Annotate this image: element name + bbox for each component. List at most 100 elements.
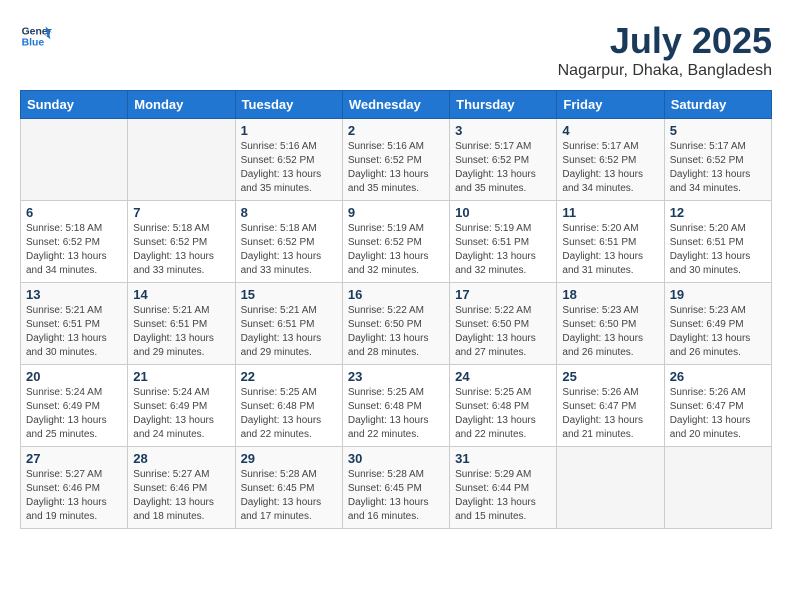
calendar-cell: 10Sunrise: 5:19 AM Sunset: 6:51 PM Dayli… [450,201,557,283]
calendar-cell [664,447,771,529]
day-number: 13 [26,287,122,302]
day-number: 31 [455,451,551,466]
cell-details: Sunrise: 5:21 AM Sunset: 6:51 PM Dayligh… [26,304,122,360]
calendar-cell: 27 Sunrise: 5:27 AM Sunset: 6:46 PM Dayli… [21,447,128,529]
day-number: 6 [26,205,122,220]
weekday-header-tuesday: Tuesday [235,91,342,119]
calendar-cell: 31 Sunrise: 5:29 AM Sunset: 6:44 PM Dayli… [450,447,557,529]
day-number: 12 [670,205,766,220]
month-title: July 2025 [558,20,772,62]
cell-details: Sunrise: 5:18 AM Sunset: 6:52 PM Dayligh… [26,222,122,278]
cell-details: Sunrise: 5:18 AM Sunset: 6:52 PM Dayligh… [241,222,337,278]
day-number: 4 [562,123,658,138]
cell-details: Sunrise: 5:22 AM Sunset: 6:50 PM Dayligh… [455,304,551,360]
day-number: 10 [455,205,551,220]
day-number: 25 [562,369,658,384]
day-number: 1 [241,123,337,138]
calendar-cell: 11Sunrise: 5:20 AM Sunset: 6:51 PM Dayli… [557,201,664,283]
calendar-cell: 22 Sunrise: 5:25 AM Sunset: 6:48 PM Dayli… [235,365,342,447]
calendar-cell: 1 Sunrise: 5:16 AM Sunset: 6:52 PM Daylig… [235,119,342,201]
weekday-header-monday: Monday [128,91,235,119]
day-number: 26 [670,369,766,384]
day-number: 29 [241,451,337,466]
cell-details: Sunrise: 5:17 AM Sunset: 6:52 PM Dayligh… [562,140,658,196]
cell-details: Sunrise: 5:24 AM Sunset: 6:49 PM Dayligh… [133,386,229,442]
cell-details: Sunrise: 5:21 AM Sunset: 6:51 PM Dayligh… [241,304,337,360]
cell-details: Sunrise: 5:20 AM Sunset: 6:51 PM Dayligh… [670,222,766,278]
calendar-cell [557,447,664,529]
cell-details: Sunrise: 5:24 AM Sunset: 6:49 PM Dayligh… [26,386,122,442]
calendar-cell: 2Sunrise: 5:16 AM Sunset: 6:52 PM Daylig… [342,119,449,201]
weekday-header-saturday: Saturday [664,91,771,119]
cell-details: Sunrise: 5:27 AM Sunset: 6:46 PM Dayligh… [26,468,122,524]
calendar-cell: 20 Sunrise: 5:24 AM Sunset: 6:49 PM Dayli… [21,365,128,447]
weekday-header-row: SundayMondayTuesdayWednesdayThursdayFrid… [21,91,772,119]
svg-text:Blue: Blue [22,38,45,49]
title-block: July 2025 Nagarpur, Dhaka, Bangladesh [558,20,772,80]
location: Nagarpur, Dhaka, Bangladesh [558,62,772,80]
day-number: 23 [348,369,444,384]
cell-details: Sunrise: 5:20 AM Sunset: 6:51 PM Dayligh… [562,222,658,278]
day-number: 16 [348,287,444,302]
cell-details: Sunrise: 5:21 AM Sunset: 6:51 PM Dayligh… [133,304,229,360]
cell-details: Sunrise: 5:18 AM Sunset: 6:52 PM Dayligh… [133,222,229,278]
cell-details: Sunrise: 5:22 AM Sunset: 6:50 PM Dayligh… [348,304,444,360]
day-number: 24 [455,369,551,384]
calendar-cell: 15 Sunrise: 5:21 AM Sunset: 6:51 PM Dayli… [235,283,342,365]
day-number: 19 [670,287,766,302]
calendar-cell: 25 Sunrise: 5:26 AM Sunset: 6:47 PM Dayli… [557,365,664,447]
page-header: General Blue July 2025 Nagarpur, Dhaka, … [20,20,772,80]
day-number: 22 [241,369,337,384]
calendar-cell: 14 Sunrise: 5:21 AM Sunset: 6:51 PM Dayli… [128,283,235,365]
calendar-cell: 13 Sunrise: 5:21 AM Sunset: 6:51 PM Dayli… [21,283,128,365]
cell-details: Sunrise: 5:23 AM Sunset: 6:50 PM Dayligh… [562,304,658,360]
calendar-cell [128,119,235,201]
cell-details: Sunrise: 5:17 AM Sunset: 6:52 PM Dayligh… [670,140,766,196]
calendar-cell: 7 Sunrise: 5:18 AM Sunset: 6:52 PM Daylig… [128,201,235,283]
calendar-cell: 16 Sunrise: 5:22 AM Sunset: 6:50 PM Dayli… [342,283,449,365]
day-number: 8 [241,205,337,220]
day-number: 5 [670,123,766,138]
calendar-cell: 26 Sunrise: 5:26 AM Sunset: 6:47 PM Dayli… [664,365,771,447]
calendar-cell: 8 Sunrise: 5:18 AM Sunset: 6:52 PM Daylig… [235,201,342,283]
cell-details: Sunrise: 5:29 AM Sunset: 6:44 PM Dayligh… [455,468,551,524]
calendar-cell: 9Sunrise: 5:19 AM Sunset: 6:52 PM Daylig… [342,201,449,283]
day-number: 28 [133,451,229,466]
cell-details: Sunrise: 5:26 AM Sunset: 6:47 PM Dayligh… [562,386,658,442]
calendar-cell: 4 Sunrise: 5:17 AM Sunset: 6:52 PM Daylig… [557,119,664,201]
calendar-cell: 18 Sunrise: 5:23 AM Sunset: 6:50 PM Dayli… [557,283,664,365]
week-row-3: 13 Sunrise: 5:21 AM Sunset: 6:51 PM Dayli… [21,283,772,365]
day-number: 7 [133,205,229,220]
logo-icon: General Blue [20,20,52,52]
cell-details: Sunrise: 5:26 AM Sunset: 6:47 PM Dayligh… [670,386,766,442]
calendar-cell [21,119,128,201]
cell-details: Sunrise: 5:28 AM Sunset: 6:45 PM Dayligh… [348,468,444,524]
cell-details: Sunrise: 5:25 AM Sunset: 6:48 PM Dayligh… [348,386,444,442]
logo: General Blue [20,20,52,52]
day-number: 27 [26,451,122,466]
calendar-cell: 24Sunrise: 5:25 AM Sunset: 6:48 PM Dayli… [450,365,557,447]
calendar-cell: 12 Sunrise: 5:20 AM Sunset: 6:51 PM Dayli… [664,201,771,283]
day-number: 30 [348,451,444,466]
calendar-cell: 19Sunrise: 5:23 AM Sunset: 6:49 PM Dayli… [664,283,771,365]
calendar-cell: 29Sunrise: 5:28 AM Sunset: 6:45 PM Dayli… [235,447,342,529]
cell-details: Sunrise: 5:17 AM Sunset: 6:52 PM Dayligh… [455,140,551,196]
weekday-header-friday: Friday [557,91,664,119]
day-number: 14 [133,287,229,302]
day-number: 15 [241,287,337,302]
day-number: 9 [348,205,444,220]
cell-details: Sunrise: 5:16 AM Sunset: 6:52 PM Dayligh… [241,140,337,196]
day-number: 18 [562,287,658,302]
week-row-5: 27 Sunrise: 5:27 AM Sunset: 6:46 PM Dayli… [21,447,772,529]
calendar-cell: 30 Sunrise: 5:28 AM Sunset: 6:45 PM Dayli… [342,447,449,529]
day-number: 21 [133,369,229,384]
calendar-table: SundayMondayTuesdayWednesdayThursdayFrid… [20,90,772,529]
cell-details: Sunrise: 5:25 AM Sunset: 6:48 PM Dayligh… [241,386,337,442]
week-row-1: 1 Sunrise: 5:16 AM Sunset: 6:52 PM Daylig… [21,119,772,201]
day-number: 20 [26,369,122,384]
week-row-4: 20 Sunrise: 5:24 AM Sunset: 6:49 PM Dayli… [21,365,772,447]
calendar-cell: 28Sunrise: 5:27 AM Sunset: 6:46 PM Dayli… [128,447,235,529]
calendar-cell: 6 Sunrise: 5:18 AM Sunset: 6:52 PM Daylig… [21,201,128,283]
weekday-header-sunday: Sunday [21,91,128,119]
calendar-cell: 17Sunrise: 5:22 AM Sunset: 6:50 PM Dayli… [450,283,557,365]
